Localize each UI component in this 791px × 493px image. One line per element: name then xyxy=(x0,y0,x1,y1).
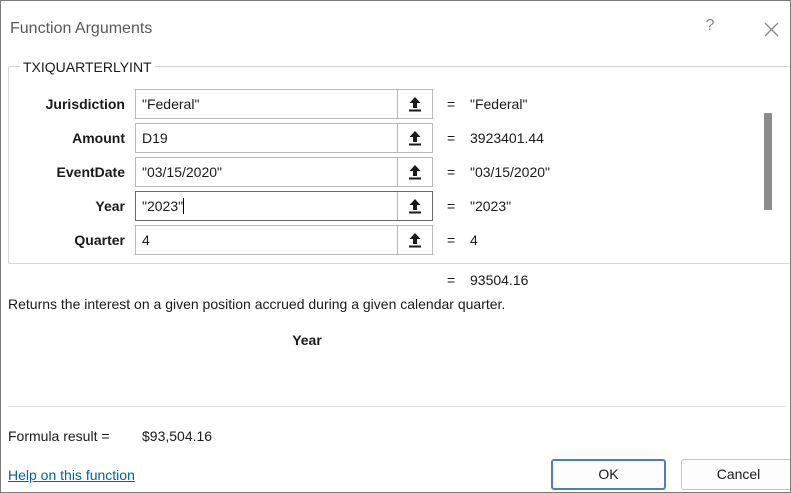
year-label: Year xyxy=(95,198,125,214)
function-description: Returns the interest on a given position… xyxy=(8,296,506,312)
eventdate-value: "03/15/2020" xyxy=(142,164,223,180)
equals-sign: = xyxy=(447,96,456,112)
quarter-label: Quarter xyxy=(74,232,125,248)
quarter-field[interactable]: 4 xyxy=(135,225,433,255)
help-button[interactable]: ? xyxy=(699,17,721,41)
amount-collapse-button[interactable] xyxy=(397,124,432,152)
eventdate-evaluated: "03/15/2020" xyxy=(470,164,551,180)
amount-field[interactable]: D19 xyxy=(135,123,433,153)
divider xyxy=(8,406,786,407)
upload-arrow-icon xyxy=(409,131,421,146)
jurisdiction-evaluated: "Federal" xyxy=(470,96,528,112)
function-result: 93504.16 xyxy=(470,272,529,288)
eventdate-field[interactable]: "03/15/2020" xyxy=(135,157,433,187)
ok-button[interactable]: OK xyxy=(551,459,666,490)
close-button[interactable] xyxy=(757,15,785,43)
jurisdiction-value: "Federal" xyxy=(142,96,200,112)
eventdate-collapse-button[interactable] xyxy=(397,158,432,186)
equals-sign: = xyxy=(447,272,456,288)
year-value: "2023" xyxy=(142,198,184,214)
help-on-function-link[interactable]: Help on this function xyxy=(8,467,135,483)
upload-arrow-icon xyxy=(409,233,421,248)
quarter-evaluated: 4 xyxy=(470,232,478,248)
quarter-collapse-button[interactable] xyxy=(397,226,432,254)
equals-sign: = xyxy=(447,164,456,180)
formula-result-value: $93,504.16 xyxy=(142,428,213,444)
function-name: TXIQUARTERLYINT xyxy=(20,59,155,75)
upload-arrow-icon xyxy=(409,97,421,112)
equals-sign: = xyxy=(447,232,456,248)
year-value-wrap: "2023" xyxy=(142,198,185,214)
quarter-value: 4 xyxy=(142,232,150,248)
function-arguments-dialog: Function Arguments ? TXIQUARTERLYINT Jur… xyxy=(0,0,791,493)
text-caret xyxy=(183,198,185,214)
close-icon xyxy=(764,22,779,37)
jurisdiction-collapse-button[interactable] xyxy=(397,90,432,118)
cancel-button[interactable]: Cancel xyxy=(681,459,790,490)
year-field[interactable]: "2023" xyxy=(135,191,433,221)
dialog-title: Function Arguments xyxy=(10,20,153,37)
eventdate-label: EventDate xyxy=(56,164,125,180)
amount-value: D19 xyxy=(142,130,168,146)
focused-argument-name: Year xyxy=(292,332,322,348)
title-bar: Function Arguments ? xyxy=(1,1,790,57)
upload-arrow-icon xyxy=(409,199,421,214)
year-collapse-button[interactable] xyxy=(397,192,432,220)
jurisdiction-field[interactable]: "Federal" xyxy=(135,89,433,119)
arguments-scrollbar[interactable] xyxy=(764,113,772,210)
amount-label: Amount xyxy=(72,130,125,146)
jurisdiction-label: Jurisdiction xyxy=(45,96,125,112)
equals-sign: = xyxy=(447,198,456,214)
amount-evaluated: 3923401.44 xyxy=(470,130,544,146)
equals-sign: = xyxy=(447,130,456,146)
year-evaluated: "2023" xyxy=(470,198,512,214)
upload-arrow-icon xyxy=(409,165,421,180)
formula-result-label: Formula result = xyxy=(8,428,110,444)
